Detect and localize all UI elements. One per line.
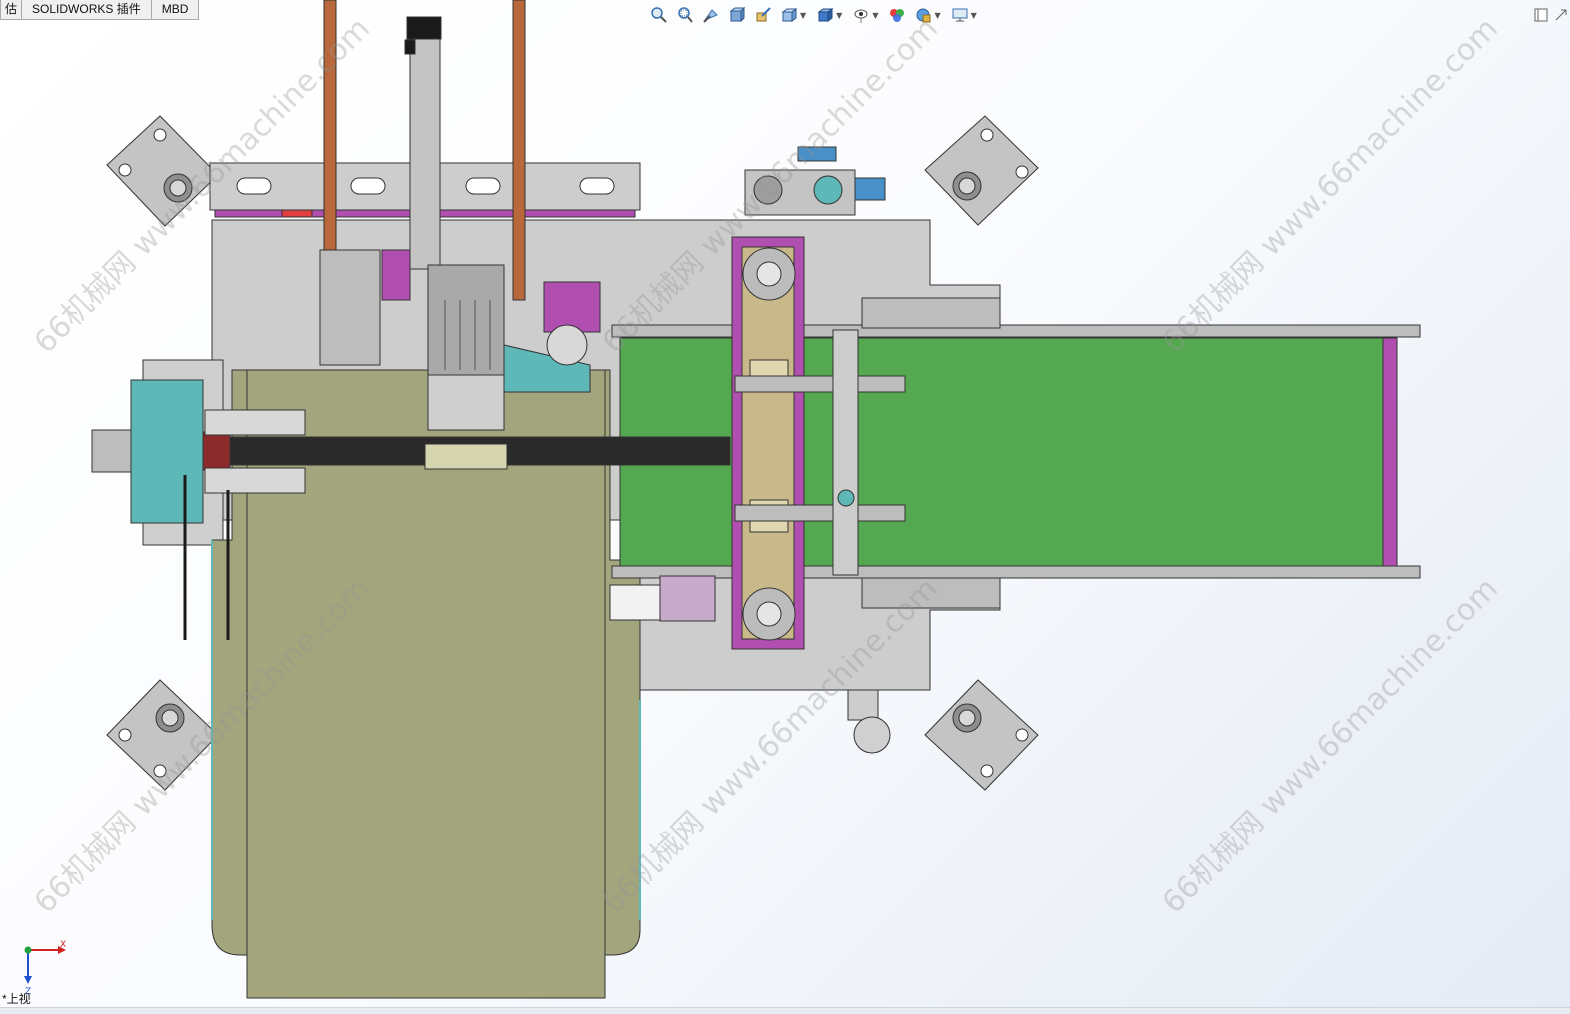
guide-bar-lower[interactable]: [734, 504, 906, 522]
vertical-belt-assembly[interactable]: [731, 236, 805, 650]
restore-window-icon[interactable]: [1532, 6, 1550, 24]
pneumatic-cylinder[interactable]: [404, 16, 442, 270]
hide-show-icon[interactable]: [850, 4, 872, 26]
view-orientation-label: *上视: [2, 992, 31, 1006]
heads-up-view-toolbar: ▼ ▼ ▼ ▼ ▼: [648, 3, 981, 27]
chevron-down-icon[interactable]: ▼: [872, 11, 878, 20]
bottom-bearing[interactable]: [847, 689, 891, 754]
corner-bracket-bottom-right[interactable]: [924, 679, 1039, 791]
lavender-block[interactable]: [659, 575, 716, 622]
magenta-clamp-bottom[interactable]: [204, 467, 306, 494]
tab-evaluate[interactable]: 估: [0, 0, 23, 20]
zoom-to-fit-icon[interactable]: [648, 4, 670, 26]
mount-plate-left[interactable]: [319, 249, 381, 366]
zoom-to-area-icon[interactable]: [674, 4, 696, 26]
chevron-down-icon[interactable]: ▼: [934, 11, 940, 20]
section-view-icon[interactable]: [726, 4, 748, 26]
previous-view-icon[interactable]: [700, 4, 722, 26]
copper-rod-right[interactable]: [512, 0, 526, 301]
apply-scene-icon[interactable]: [912, 4, 934, 26]
tab-solidworks-addins[interactable]: SOLIDWORKS 插件: [21, 0, 152, 20]
adjust-knob[interactable]: [837, 489, 855, 507]
command-manager-tabs: 估 SOLIDWORKS 插件 MBD: [0, 0, 200, 20]
chevron-down-icon[interactable]: ▼: [836, 11, 842, 20]
display-style-icon[interactable]: [814, 4, 836, 26]
corner-bracket-top-right[interactable]: [924, 115, 1039, 226]
magenta-block-right[interactable]: [543, 281, 601, 333]
magenta-clamp-top[interactable]: [204, 409, 306, 436]
corner-bracket-top-left[interactable]: [106, 115, 219, 227]
chevron-down-icon[interactable]: ▼: [971, 11, 977, 20]
valve-assembly[interactable]: [744, 146, 886, 216]
drive-motor[interactable]: [427, 264, 505, 431]
guide-bar-upper[interactable]: [734, 375, 906, 393]
maximize-icon[interactable]: [1552, 6, 1570, 24]
magenta-block-left[interactable]: [381, 249, 411, 301]
white-tape-block: [609, 584, 661, 621]
edit-appearance-icon[interactable]: [886, 4, 908, 26]
teal-mount-plate[interactable]: [130, 379, 204, 524]
triad-x-label: X: [60, 940, 66, 950]
corner-bracket-bottom-left[interactable]: [106, 679, 219, 791]
cad-model-top-view[interactable]: [0, 0, 1570, 1013]
roller-cap[interactable]: [546, 324, 588, 366]
view-settings-icon[interactable]: [949, 4, 971, 26]
dynamic-annotation-icon[interactable]: [752, 4, 774, 26]
view-orientation-icon[interactable]: [778, 4, 800, 26]
vertical-slide-plate[interactable]: [832, 329, 859, 576]
chevron-down-icon[interactable]: ▼: [800, 11, 806, 20]
tab-mbd[interactable]: MBD: [150, 0, 200, 20]
